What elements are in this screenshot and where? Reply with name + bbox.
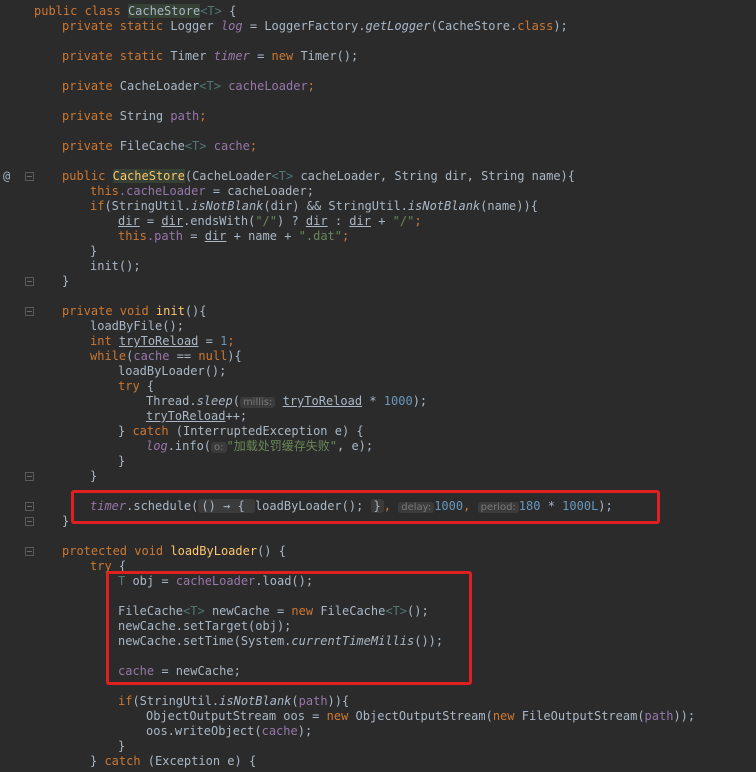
code-line: loadByLoader(); (118, 364, 227, 378)
code-line: private String path; (62, 109, 207, 123)
code-line: private FileCache<T> cache; (62, 139, 258, 153)
code-line: } (62, 514, 70, 528)
highlight-box-schedule (71, 490, 660, 524)
code-line: tryToReload++; (146, 409, 248, 423)
parameter-hint: millis: (239, 397, 276, 408)
code-line: public CacheStore(CacheLoader<T> cacheLo… (62, 169, 575, 183)
code-line: } catch (Exception e) { (90, 754, 257, 768)
code-line: int tryToReload = 1; (90, 334, 235, 348)
code-line: this.path = dir + name + ".dat"; (118, 229, 350, 243)
code-line: } (90, 469, 98, 483)
code-line: if(StringUtil.isNotBlank(dir) && StringU… (90, 199, 538, 213)
code-line: private void init(){ (62, 304, 207, 318)
code-line: try { (118, 379, 155, 393)
code-line: } (62, 274, 70, 288)
code-line: Thread.sleep(millis: tryToReload * 1000)… (146, 394, 428, 408)
code-line: dir = dir.endsWith("/") ? dir : dir + "/… (118, 214, 422, 228)
code-line: init(); (90, 259, 141, 273)
code-line: private CacheLoader<T> cacheLoader; (62, 79, 315, 93)
code-line: this.cacheLoader = cacheLoader; (90, 184, 314, 198)
code-line: while(cache == null){ (90, 349, 242, 363)
code-line: private static Logger log = LoggerFactor… (62, 19, 568, 33)
code-line: } catch (InterruptedException e) { (118, 424, 364, 438)
code-line: loadByFile(); (90, 319, 184, 333)
highlight-box-cache-assign (106, 571, 472, 685)
code-line: protected void loadByLoader() { (62, 544, 286, 558)
code-line: public class CacheStore<T> { (34, 4, 237, 18)
code-line: if(StringUtil.isNotBlank(path)){ (118, 694, 350, 708)
code-line: log.info(o: "加载处罚缓存失败", e); (146, 439, 374, 453)
code-line: private static Timer timer = new Timer()… (62, 49, 359, 63)
code-line: } (90, 244, 98, 258)
code-line: } (118, 739, 126, 753)
code-line: oos.writeObject(cache); (146, 724, 313, 738)
code-editor[interactable]: @ public class CacheStore<T> { private s… (0, 0, 756, 772)
parameter-hint: o: (211, 442, 227, 453)
code-line: ObjectOutputStream oos = new ObjectOutpu… (146, 709, 696, 723)
code-line: } (118, 454, 126, 468)
